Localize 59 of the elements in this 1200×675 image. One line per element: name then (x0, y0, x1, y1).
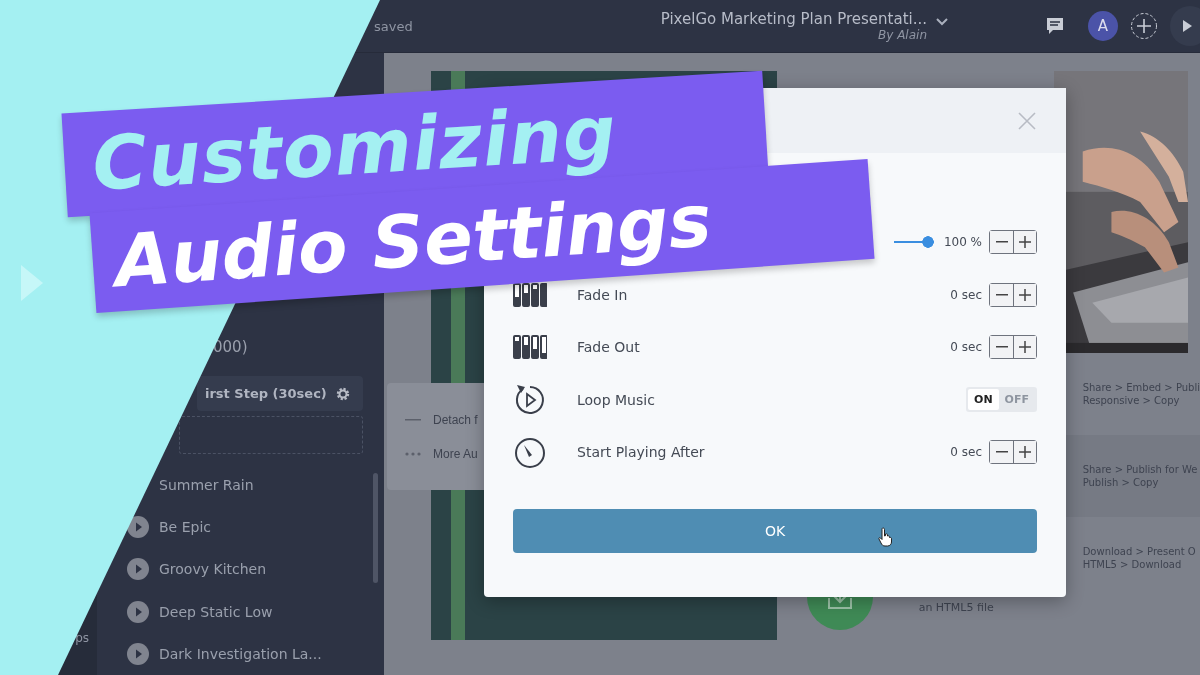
save-status: saved (374, 18, 413, 34)
loop-play-icon (513, 383, 547, 416)
setting-label: Fade Out (577, 339, 640, 356)
increase-button[interactable] (1013, 441, 1036, 464)
setting-label: Start Playing After (577, 444, 705, 461)
instruction-text: Share > Embed > Publi (1082, 382, 1200, 393)
add-user-icon[interactable] (1130, 12, 1158, 40)
plus-icon (1019, 446, 1031, 459)
presentation-title[interactable]: PixelGo Marketing Plan Presentati... (660, 10, 927, 28)
step-label: irst Step (30sec) (205, 386, 327, 402)
minus-icon (995, 293, 1008, 296)
setting-label: Fade In (577, 286, 628, 303)
plus-icon (1019, 341, 1031, 354)
settings-icon[interactable] (335, 385, 352, 402)
instruction-text: Publish > Copy (1082, 477, 1160, 488)
play-icon (21, 265, 43, 301)
step-card[interactable]: irst Step (30sec) (197, 375, 364, 412)
track-name[interactable]: Deep Static Low (159, 603, 273, 620)
decrease-button[interactable] (990, 231, 1013, 254)
setting-value: 0 sec (950, 287, 982, 302)
more-icon (405, 451, 421, 456)
setting-value: 0 sec (950, 340, 982, 355)
setting-label: Loop Music (577, 391, 655, 408)
fader-icon (513, 282, 547, 307)
play-button[interactable] (1170, 6, 1200, 46)
plus-icon (1019, 288, 1031, 301)
instruction-text: Responsive > Copy (1082, 395, 1181, 406)
comment-icon[interactable] (1046, 17, 1064, 35)
menu-item[interactable]: More Au (433, 446, 478, 461)
user-avatar[interactable]: A (1088, 11, 1118, 41)
decrease-button[interactable] (990, 441, 1013, 464)
author-name: By Alain (878, 28, 927, 42)
increase-button[interactable] (1013, 283, 1036, 306)
instruction-text: Download > Present O (1082, 546, 1197, 557)
ok-button[interactable]: OK (513, 508, 1037, 553)
fader-icon (513, 335, 547, 360)
instruction-text: HTML5 > Download (1082, 559, 1183, 570)
menu-item[interactable]: Detach f (433, 412, 478, 427)
plus-icon (1019, 236, 1031, 249)
timer-icon (513, 436, 547, 469)
hand-cursor-icon (878, 527, 894, 547)
increase-button[interactable] (1013, 336, 1036, 359)
chevron-down-icon[interactable] (935, 16, 949, 26)
decrease-button[interactable] (990, 336, 1013, 359)
setting-value: 0 sec (950, 445, 982, 460)
minus-icon (995, 346, 1008, 349)
minus-icon (995, 451, 1008, 454)
dash-icon (405, 418, 421, 421)
setting-value: 100 % (943, 235, 982, 250)
scrollbar-thumb[interactable] (373, 473, 379, 583)
rail-label[interactable]: ps (75, 631, 89, 645)
track-name[interactable]: Groovy Kitchen (159, 561, 267, 578)
decrease-button[interactable] (990, 283, 1013, 306)
increase-button[interactable] (1013, 231, 1036, 254)
minus-icon (995, 241, 1008, 244)
track-name[interactable]: Dark Investigation La... (159, 645, 322, 662)
track-name[interactable]: Summer Rain (159, 476, 254, 493)
loop-toggle[interactable]: ON OFF (966, 387, 1037, 413)
track-name[interactable]: Be Epic (159, 518, 211, 535)
